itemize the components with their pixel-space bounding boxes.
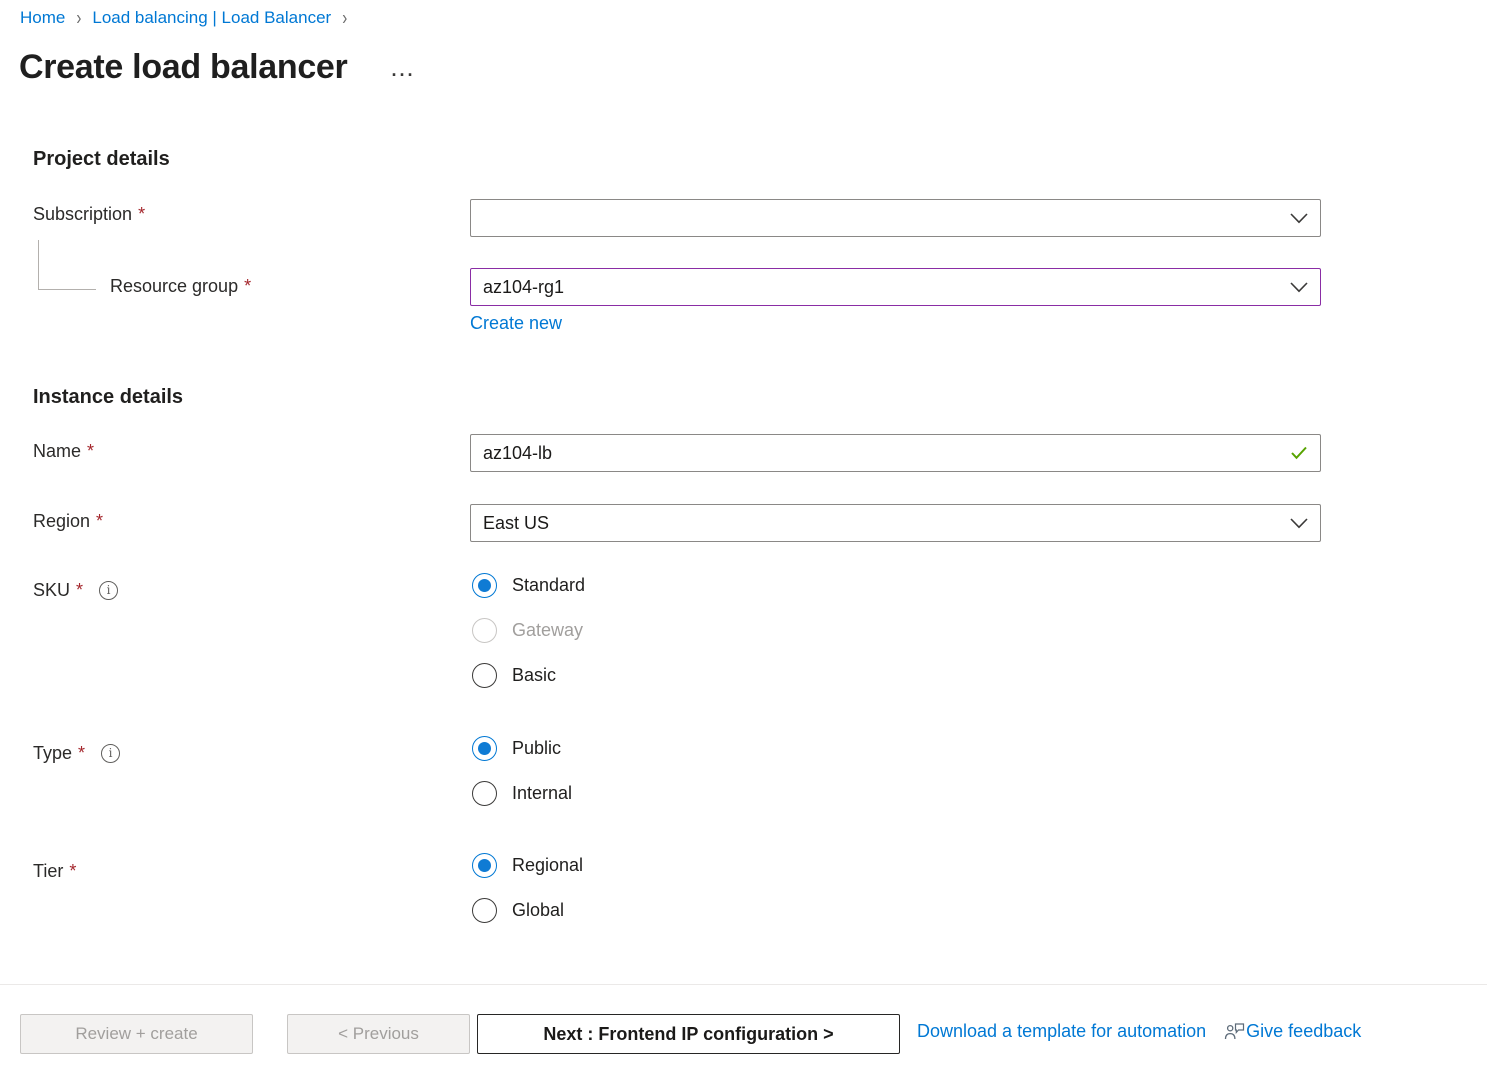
- sku-label: SKU * i: [33, 580, 118, 601]
- chevron-down-icon: [1290, 213, 1308, 224]
- instance-details-heading: Instance details: [33, 386, 183, 409]
- next-frontend-ip-button[interactable]: Next : Frontend IP configuration >: [477, 1014, 900, 1054]
- required-asterisk: *: [244, 276, 251, 297]
- project-details-heading: Project details: [33, 148, 170, 171]
- give-feedback-link[interactable]: Give feedback: [1246, 1021, 1361, 1042]
- valid-check-icon: [1290, 446, 1308, 460]
- region-label-text: Region: [33, 511, 90, 532]
- breadcrumb-home-link[interactable]: Home: [20, 8, 65, 28]
- tier-option-label: Global: [512, 900, 564, 921]
- tier-option-regional[interactable]: Regional: [472, 853, 583, 878]
- region-value: East US: [483, 513, 1290, 534]
- radio-disabled-icon: [472, 618, 497, 643]
- tier-radio-group: Regional Global: [472, 853, 583, 923]
- type-option-label: Public: [512, 738, 561, 759]
- subscription-label-text: Subscription: [33, 204, 132, 225]
- name-value: az104-lb: [483, 443, 1290, 464]
- resource-group-label-text: Resource group: [110, 276, 238, 297]
- required-asterisk: *: [78, 743, 85, 764]
- chevron-down-icon: [1290, 518, 1308, 529]
- page-title: Create load balancer: [19, 48, 347, 87]
- info-icon[interactable]: i: [101, 744, 120, 763]
- name-input[interactable]: az104-lb: [470, 434, 1321, 472]
- type-option-internal[interactable]: Internal: [472, 781, 572, 806]
- info-icon[interactable]: i: [99, 581, 118, 600]
- breadcrumb-separator-icon: ›: [342, 7, 347, 30]
- type-option-label: Internal: [512, 783, 572, 804]
- type-label-text: Type: [33, 743, 72, 764]
- breadcrumb: Home › Load balancing | Load Balancer ›: [20, 8, 358, 28]
- sku-option-gateway: Gateway: [472, 618, 585, 643]
- resource-group-dropdown[interactable]: az104-rg1: [470, 268, 1321, 306]
- page-header: Create load balancer ···: [19, 48, 415, 87]
- region-dropdown[interactable]: East US: [470, 504, 1321, 542]
- resource-group-label: Resource group *: [110, 276, 251, 297]
- chevron-down-icon: [1290, 282, 1308, 293]
- tier-option-label: Regional: [512, 855, 583, 876]
- sku-option-label: Standard: [512, 575, 585, 596]
- sku-option-standard[interactable]: Standard: [472, 573, 585, 598]
- previous-button[interactable]: < Previous: [287, 1014, 470, 1054]
- tier-label-text: Tier: [33, 861, 63, 882]
- required-asterisk: *: [87, 441, 94, 462]
- radio-unselected-icon: [472, 781, 497, 806]
- download-template-link[interactable]: Download a template for automation: [917, 1021, 1206, 1042]
- type-radio-group: Public Internal: [472, 736, 572, 806]
- radio-selected-icon: [472, 573, 497, 598]
- subscription-dropdown[interactable]: [470, 199, 1321, 237]
- required-asterisk: *: [96, 511, 103, 532]
- required-asterisk: *: [76, 580, 83, 601]
- footer-links: Download a template for automation Give …: [917, 1021, 1361, 1042]
- more-options-icon[interactable]: ···: [391, 70, 415, 80]
- breadcrumb-load-balancing-link[interactable]: Load balancing | Load Balancer: [92, 8, 331, 28]
- sku-label-text: SKU: [33, 580, 70, 601]
- region-label: Region *: [33, 511, 103, 532]
- subscription-resource-group-connector: [38, 240, 96, 290]
- radio-unselected-icon: [472, 663, 497, 688]
- required-asterisk: *: [138, 204, 145, 225]
- sku-option-label: Gateway: [512, 620, 583, 641]
- tier-label: Tier *: [33, 861, 76, 882]
- review-create-button[interactable]: Review + create: [20, 1014, 253, 1054]
- create-new-link[interactable]: Create new: [470, 313, 562, 334]
- resource-group-value: az104-rg1: [483, 277, 1290, 298]
- type-option-public[interactable]: Public: [472, 736, 572, 761]
- name-label-text: Name: [33, 441, 81, 462]
- give-feedback-icon: [1224, 1022, 1245, 1041]
- name-label: Name *: [33, 441, 94, 462]
- radio-unselected-icon: [472, 898, 497, 923]
- footer-divider: [0, 984, 1487, 985]
- sku-option-label: Basic: [512, 665, 556, 686]
- breadcrumb-separator-icon: ›: [76, 7, 81, 30]
- type-label: Type * i: [33, 743, 120, 764]
- radio-selected-icon: [472, 736, 497, 761]
- subscription-label: Subscription *: [33, 204, 145, 225]
- sku-option-basic[interactable]: Basic: [472, 663, 585, 688]
- radio-selected-icon: [472, 853, 497, 878]
- sku-radio-group: Standard Gateway Basic: [472, 573, 585, 688]
- tier-option-global[interactable]: Global: [472, 898, 583, 923]
- required-asterisk: *: [69, 861, 76, 882]
